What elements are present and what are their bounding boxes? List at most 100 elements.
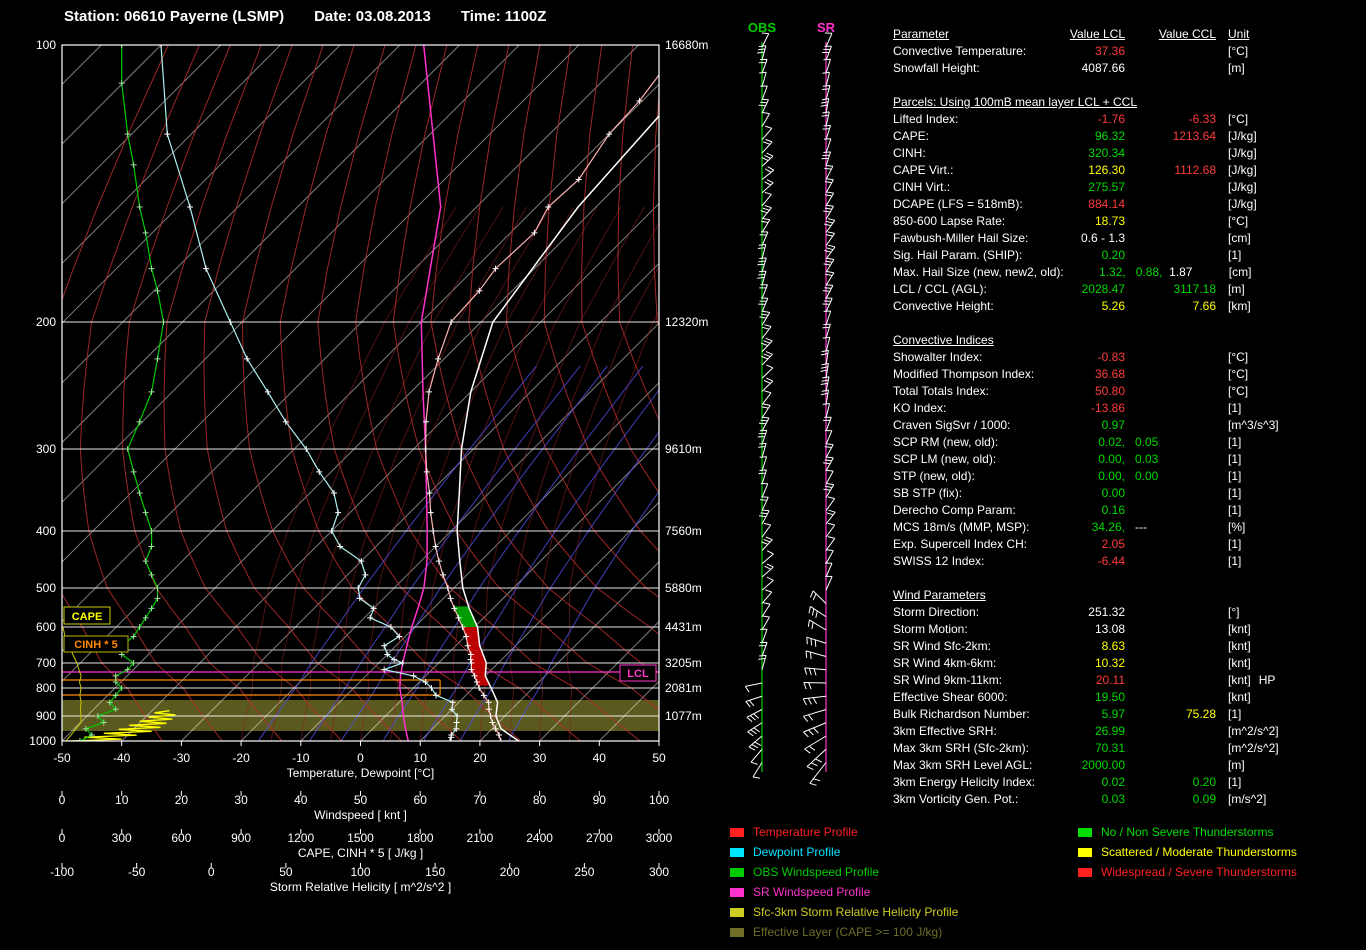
dewpoint-markers [158, 42, 460, 744]
table-row: Lifted Index:-1.76-6.33[°C] [893, 111, 1365, 128]
svg-text:5880m: 5880m [665, 581, 702, 595]
legend-swatch [1078, 848, 1092, 857]
legend-item-profile: Sfc-3km Storm Relative Helicity Profile [730, 902, 958, 922]
parameter-table: ParameterValue LCLValue CCLUnitConvectiv… [893, 26, 1365, 808]
legend-label: Scattered / Moderate Thunderstorms [1101, 845, 1297, 859]
svg-text:-50: -50 [53, 751, 71, 765]
svg-text:0: 0 [59, 793, 66, 807]
table-row: SR Wind 4km-6km:10.32[knt] [893, 655, 1365, 672]
table-row: CAPE Virt.:126.301112.68[J/kg] [893, 162, 1365, 179]
table-row: Craven SigSvr / 1000:0.97[m^3/s^3] [893, 417, 1365, 434]
svg-text:50: 50 [354, 793, 368, 807]
table-row: Convective Temperature:37.36[°C] [893, 43, 1365, 60]
table-gap [893, 77, 1365, 85]
table-row: Fawbush-Miller Hail Size:0.6 - 1.3[cm] [893, 230, 1365, 247]
table-row: SB STP (fix):0.00[1] [893, 485, 1365, 502]
table-section: Wind Parameters [893, 578, 1365, 604]
table-row: 850-600 Lapse Rate:18.73[°C] [893, 213, 1365, 230]
svg-text:-30: -30 [173, 751, 191, 765]
legend-label: No / Non Severe Thunderstorms [1101, 825, 1274, 839]
table-row: Storm Direction:251.32[°] [893, 604, 1365, 621]
sr-wind-column: SR [803, 20, 835, 785]
inset-labels: CAPECINH * 5LCL [64, 607, 656, 681]
svg-text:2081m: 2081m [665, 681, 702, 695]
svg-text:Temperature, Dewpoint [°C]: Temperature, Dewpoint [°C] [287, 766, 435, 780]
legend-item-profile: Dewpoint Profile [730, 842, 958, 862]
svg-text:250: 250 [574, 865, 594, 879]
svg-text:9610m: 9610m [665, 442, 702, 456]
svg-text:CAPE, CINH * 5 [ J/kg ]: CAPE, CINH * 5 [ J/kg ] [298, 846, 423, 860]
svg-text:700: 700 [36, 656, 56, 670]
svg-text:200: 200 [500, 865, 520, 879]
svg-text:3000: 3000 [646, 831, 673, 845]
dewpoint-profile [161, 45, 457, 741]
table-row: Exp. Supercell Index CH:2.05[1] [893, 536, 1365, 553]
pressure-labels: 1002003004005006007008009001000 [29, 38, 56, 748]
svg-text:400: 400 [36, 524, 56, 538]
legend-item-severity: Widespread / Severe Thunderstorms [1078, 862, 1297, 882]
legend-label: Widespread / Severe Thunderstorms [1101, 865, 1297, 879]
svg-text:1077m: 1077m [665, 709, 702, 723]
svg-text:500: 500 [36, 581, 56, 595]
svg-text:30: 30 [234, 793, 248, 807]
table-row: Effective Shear 6000:19.50[knt] [893, 689, 1365, 706]
table-row: CINH:320.34[J/kg] [893, 145, 1365, 162]
svg-text:Storm Relative Helicity [ m^2/: Storm Relative Helicity [ m^2/s^2 ] [270, 880, 451, 894]
legend-label: Sfc-3km Storm Relative Helicity Profile [753, 905, 958, 919]
svg-text:100: 100 [350, 865, 370, 879]
svg-text:300: 300 [112, 831, 132, 845]
sr-wind-column-barbs [803, 33, 835, 785]
legend-label: SR Windspeed Profile [753, 885, 870, 899]
svg-text:2400: 2400 [526, 831, 553, 845]
legend-label: Temperature Profile [753, 825, 858, 839]
svg-text:12320m: 12320m [665, 315, 708, 329]
svg-text:40: 40 [294, 793, 308, 807]
svg-text:1500: 1500 [347, 831, 374, 845]
cape-axis: 03006009001200150018002100240027003000CA… [59, 829, 673, 860]
svg-text:1200: 1200 [287, 831, 314, 845]
svg-text:16680m: 16680m [665, 38, 708, 52]
obs-wind-column-barbs [745, 33, 774, 778]
skewt-diagram: CAPECINH * 5LCL1002003004005006007008009… [0, 0, 890, 950]
svg-text:10: 10 [414, 751, 428, 765]
svg-text:60: 60 [414, 793, 428, 807]
table-gap [893, 570, 1365, 578]
svg-text:150: 150 [425, 865, 445, 879]
svg-text:600: 600 [36, 620, 56, 634]
table-row: Max 3km SRH (Sfc-2km):70.31[m^2/s^2] [893, 740, 1365, 757]
table-row: SCP RM (new, old):0.02,0.05[1] [893, 434, 1365, 451]
table-row: SR Wind Sfc-2km:8.63[knt] [893, 638, 1365, 655]
table-gap [893, 315, 1365, 323]
table-row: Snowfall Height:4087.66[m] [893, 60, 1365, 77]
legend-swatch [730, 888, 744, 897]
svg-text:50: 50 [652, 751, 666, 765]
svg-text:7560m: 7560m [665, 524, 702, 538]
legend-swatch [730, 928, 744, 937]
legend-swatch [730, 908, 744, 917]
profile-legend: Temperature Profile Dewpoint Profile OBS W… [730, 822, 958, 942]
table-header: ParameterValue LCLValue CCLUnit [893, 26, 1365, 43]
svg-text:-100: -100 [50, 865, 74, 879]
svg-text:100: 100 [36, 38, 56, 52]
temperature-axis: -50-40-30-20-1001020304050Temperature, D… [53, 741, 666, 780]
table-row: Derecho Comp Param:0.16[1] [893, 502, 1365, 519]
svg-text:0: 0 [59, 831, 66, 845]
legend-swatch [730, 868, 744, 877]
svg-text:0: 0 [357, 751, 364, 765]
legend-swatch [730, 848, 744, 857]
legend-item-profile: Effective Layer (CAPE >= 100 J/kg) [730, 922, 958, 942]
table-row: STP (new, old):0.00,0.00[1] [893, 468, 1365, 485]
table-row: CAPE:96.321213.64[J/kg] [893, 128, 1365, 145]
obs-wind-column: OBS [745, 20, 776, 778]
svg-text:2100: 2100 [467, 831, 494, 845]
sounding-app: Station: 06610 Payerne (LSMP)Date: 03.08… [0, 0, 1366, 950]
inset-label-text: CINH * 5 [74, 639, 117, 651]
table-row: 3km Energy Helicity Index:0.020.20[1] [893, 774, 1365, 791]
svg-text:200: 200 [36, 315, 56, 329]
svg-text:20: 20 [473, 751, 487, 765]
legend-swatch [1078, 828, 1092, 837]
svg-text:-50: -50 [128, 865, 146, 879]
svg-text:300: 300 [36, 442, 56, 456]
legend-label: OBS Windspeed Profile [753, 865, 879, 879]
svg-text:80: 80 [533, 793, 547, 807]
